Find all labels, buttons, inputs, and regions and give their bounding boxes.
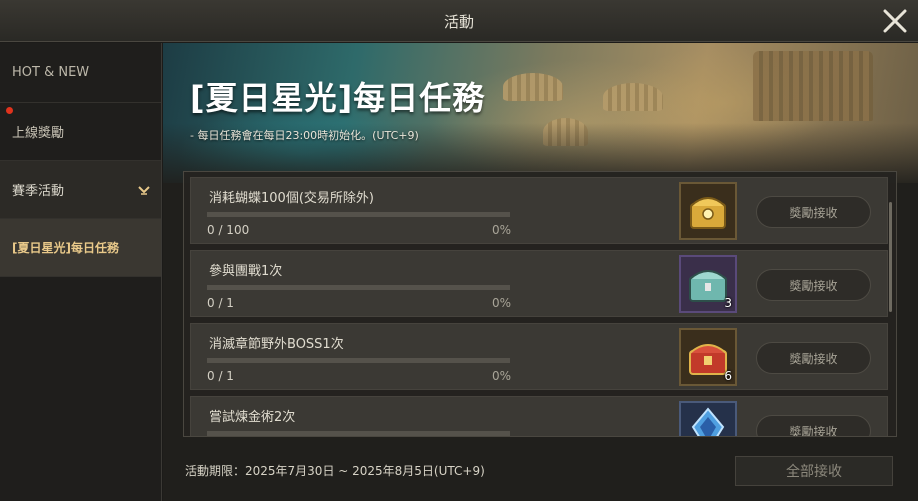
mission-name: 嘗試煉金術2次: [209, 410, 296, 425]
sidebar: HOT & NEW 上線獎勵 賽季活動 [夏日星光]每日任務: [0, 43, 162, 501]
sidebar-item-daily-mission[interactable]: [夏日星光]每日任務: [0, 219, 161, 277]
main-panel: [夏日星光]每日任務 - 每日任務會在每日23:00時初始化。(UTC+9) 消…: [163, 43, 918, 501]
progress-bar: [207, 212, 510, 217]
mission-name: 消耗蝴蝶100個(交易所除外): [209, 191, 374, 206]
sidebar-item-label: 上線獎勵: [12, 126, 65, 141]
claim-reward-button[interactable]: 獎勵接收: [756, 196, 871, 228]
scrollbar[interactable]: [889, 202, 892, 312]
mission-row: 參與團戰1次 0 / 1 0% 3 獎勵接收: [190, 250, 888, 317]
mission-row: 消滅章節野外BOSS1次 0 / 1 0% 6 獎勵接收: [190, 323, 888, 390]
reward-item[interactable]: [679, 182, 737, 240]
progress-count: 0 / 1: [207, 296, 234, 310]
umbrella-image: [503, 73, 563, 101]
window-title: 活動: [443, 13, 474, 31]
gold-chest-icon: [681, 184, 735, 238]
event-title: [夏日星光]每日任務: [190, 79, 486, 117]
progress-count: 0 / 1: [207, 369, 234, 383]
reward-item[interactable]: 6: [679, 328, 737, 386]
event-note: - 每日任務會在每日23:00時初始化。(UTC+9): [190, 129, 419, 142]
title-bar: 活動: [0, 0, 918, 42]
progress-percent: 0%: [491, 369, 511, 383]
claim-reward-button[interactable]: 獎勵接收: [756, 269, 871, 301]
beach-hut-image: [753, 51, 873, 121]
progress-bar: [207, 285, 510, 290]
progress-bar: [207, 358, 510, 363]
progress-percent: 0%: [491, 296, 511, 310]
mission-row: 消耗蝴蝶100個(交易所除外) 0 / 100 0% 獎勵接收: [190, 177, 888, 244]
progress-bar: [207, 431, 510, 436]
reward-item[interactable]: [679, 401, 737, 436]
umbrella-image: [603, 83, 663, 111]
event-period: 活動期限：2025年7月30日 ~ 2025年8月5日(UTC+9): [185, 464, 485, 478]
reward-quantity: 6: [724, 369, 732, 383]
sidebar-item-label: HOT & NEW: [12, 65, 90, 80]
sidebar-item-season-event[interactable]: 賽季活動: [0, 161, 161, 219]
claim-reward-button[interactable]: 獎勵接收: [756, 415, 871, 436]
reward-item[interactable]: 3: [679, 255, 737, 313]
notification-dot: [6, 107, 13, 114]
sidebar-item-login-reward[interactable]: 上線獎勵: [0, 103, 161, 161]
mission-name: 消滅章節野外BOSS1次: [209, 337, 344, 352]
mission-name: 參與團戰1次: [209, 264, 283, 279]
chevron-down-icon[interactable]: [137, 183, 151, 197]
progress-count: 0 / 100: [207, 223, 250, 237]
progress-percent: 0%: [491, 223, 511, 237]
close-button[interactable]: [880, 6, 910, 36]
reward-quantity: 3: [724, 296, 732, 310]
mission-row: 嘗試煉金術2次 獎勵接收: [190, 396, 888, 436]
mission-list[interactable]: 消耗蝴蝶100個(交易所除外) 0 / 100 0% 獎勵接收 參與團戰1次 0…: [183, 171, 897, 437]
close-icon[interactable]: [880, 6, 910, 36]
blue-crystal-icon: [681, 403, 735, 436]
sidebar-item-label: [夏日星光]每日任務: [12, 241, 119, 255]
claim-reward-button[interactable]: 獎勵接收: [756, 342, 871, 374]
sidebar-item-hot-new[interactable]: HOT & NEW: [0, 43, 161, 103]
sidebar-item-label: 賽季活動: [12, 184, 65, 199]
claim-all-button[interactable]: 全部接收: [735, 456, 893, 486]
